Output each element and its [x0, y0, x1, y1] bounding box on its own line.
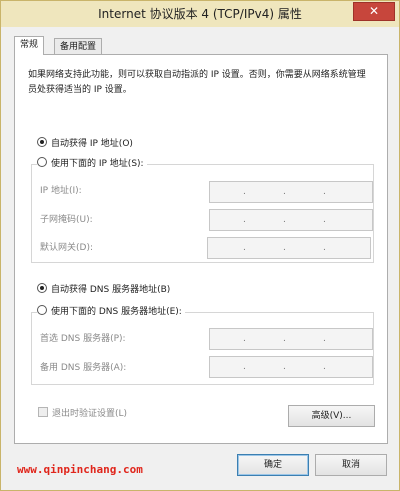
ip-address-input[interactable]: ...	[209, 181, 373, 203]
cancel-button[interactable]: 取消	[315, 454, 387, 476]
radio-auto-ip[interactable]: 自动获得 IP 地址(O)	[37, 137, 133, 151]
radio-manual-dns-label: 使用下面的 DNS 服务器地址(E):	[51, 307, 182, 317]
alternate-dns-label: 备用 DNS 服务器(A):	[40, 363, 127, 373]
subnet-mask-input[interactable]: ...	[209, 209, 373, 231]
default-gateway-input[interactable]: ...	[207, 237, 371, 259]
radio-checked-icon	[37, 137, 47, 147]
window-title: Internet 协议版本 4 (TCP/IPv4) 属性	[98, 7, 302, 21]
close-icon: ✕	[368, 4, 380, 18]
watermark-text: www.qinpinchang.com	[17, 463, 143, 476]
radio-manual-ip[interactable]: 使用下面的 IP 地址(S):	[37, 157, 147, 171]
ip-address-label: IP 地址(I):	[40, 186, 82, 196]
radio-checked-icon	[37, 283, 47, 293]
validate-on-exit-label: 退出时验证设置(L)	[52, 409, 128, 419]
radio-auto-ip-label: 自动获得 IP 地址(O)	[51, 139, 133, 149]
radio-auto-dns-label: 自动获得 DNS 服务器地址(B)	[51, 285, 171, 295]
validate-on-exit-checkbox[interactable]: 退出时验证设置(L)	[38, 407, 127, 421]
radio-manual-dns[interactable]: 使用下面的 DNS 服务器地址(E):	[37, 305, 185, 319]
dialog-window: Internet 协议版本 4 (TCP/IPv4) 属性 ✕ 常规 备用配置 …	[0, 0, 400, 491]
subnet-mask-label: 子网掩码(U):	[40, 215, 93, 225]
default-gateway-label: 默认网关(D):	[40, 243, 93, 253]
radio-unchecked-icon	[37, 305, 47, 315]
alternate-dns-input[interactable]: ...	[209, 356, 373, 378]
close-button[interactable]: ✕	[353, 2, 395, 21]
tab-general[interactable]: 常规	[14, 36, 45, 55]
checkbox-icon	[38, 407, 48, 417]
radio-manual-ip-label: 使用下面的 IP 地址(S):	[51, 159, 144, 169]
ok-button[interactable]: 确定	[237, 454, 309, 476]
preferred-dns-input[interactable]: ...	[209, 328, 373, 350]
radio-unchecked-icon	[37, 157, 47, 167]
title-bar[interactable]: Internet 协议版本 4 (TCP/IPv4) 属性 ✕	[1, 1, 399, 27]
advanced-button[interactable]: 高级(V)...	[288, 405, 375, 427]
tab-alternate-config[interactable]: 备用配置	[54, 38, 103, 55]
preferred-dns-label: 首选 DNS 服务器(P):	[40, 334, 126, 344]
radio-auto-dns[interactable]: 自动获得 DNS 服务器地址(B)	[37, 283, 170, 297]
description-text: 如果网络支持此功能，则可以获取自动指派的 IP 设置。否则，你需要从网络系统管理…	[28, 70, 366, 95]
